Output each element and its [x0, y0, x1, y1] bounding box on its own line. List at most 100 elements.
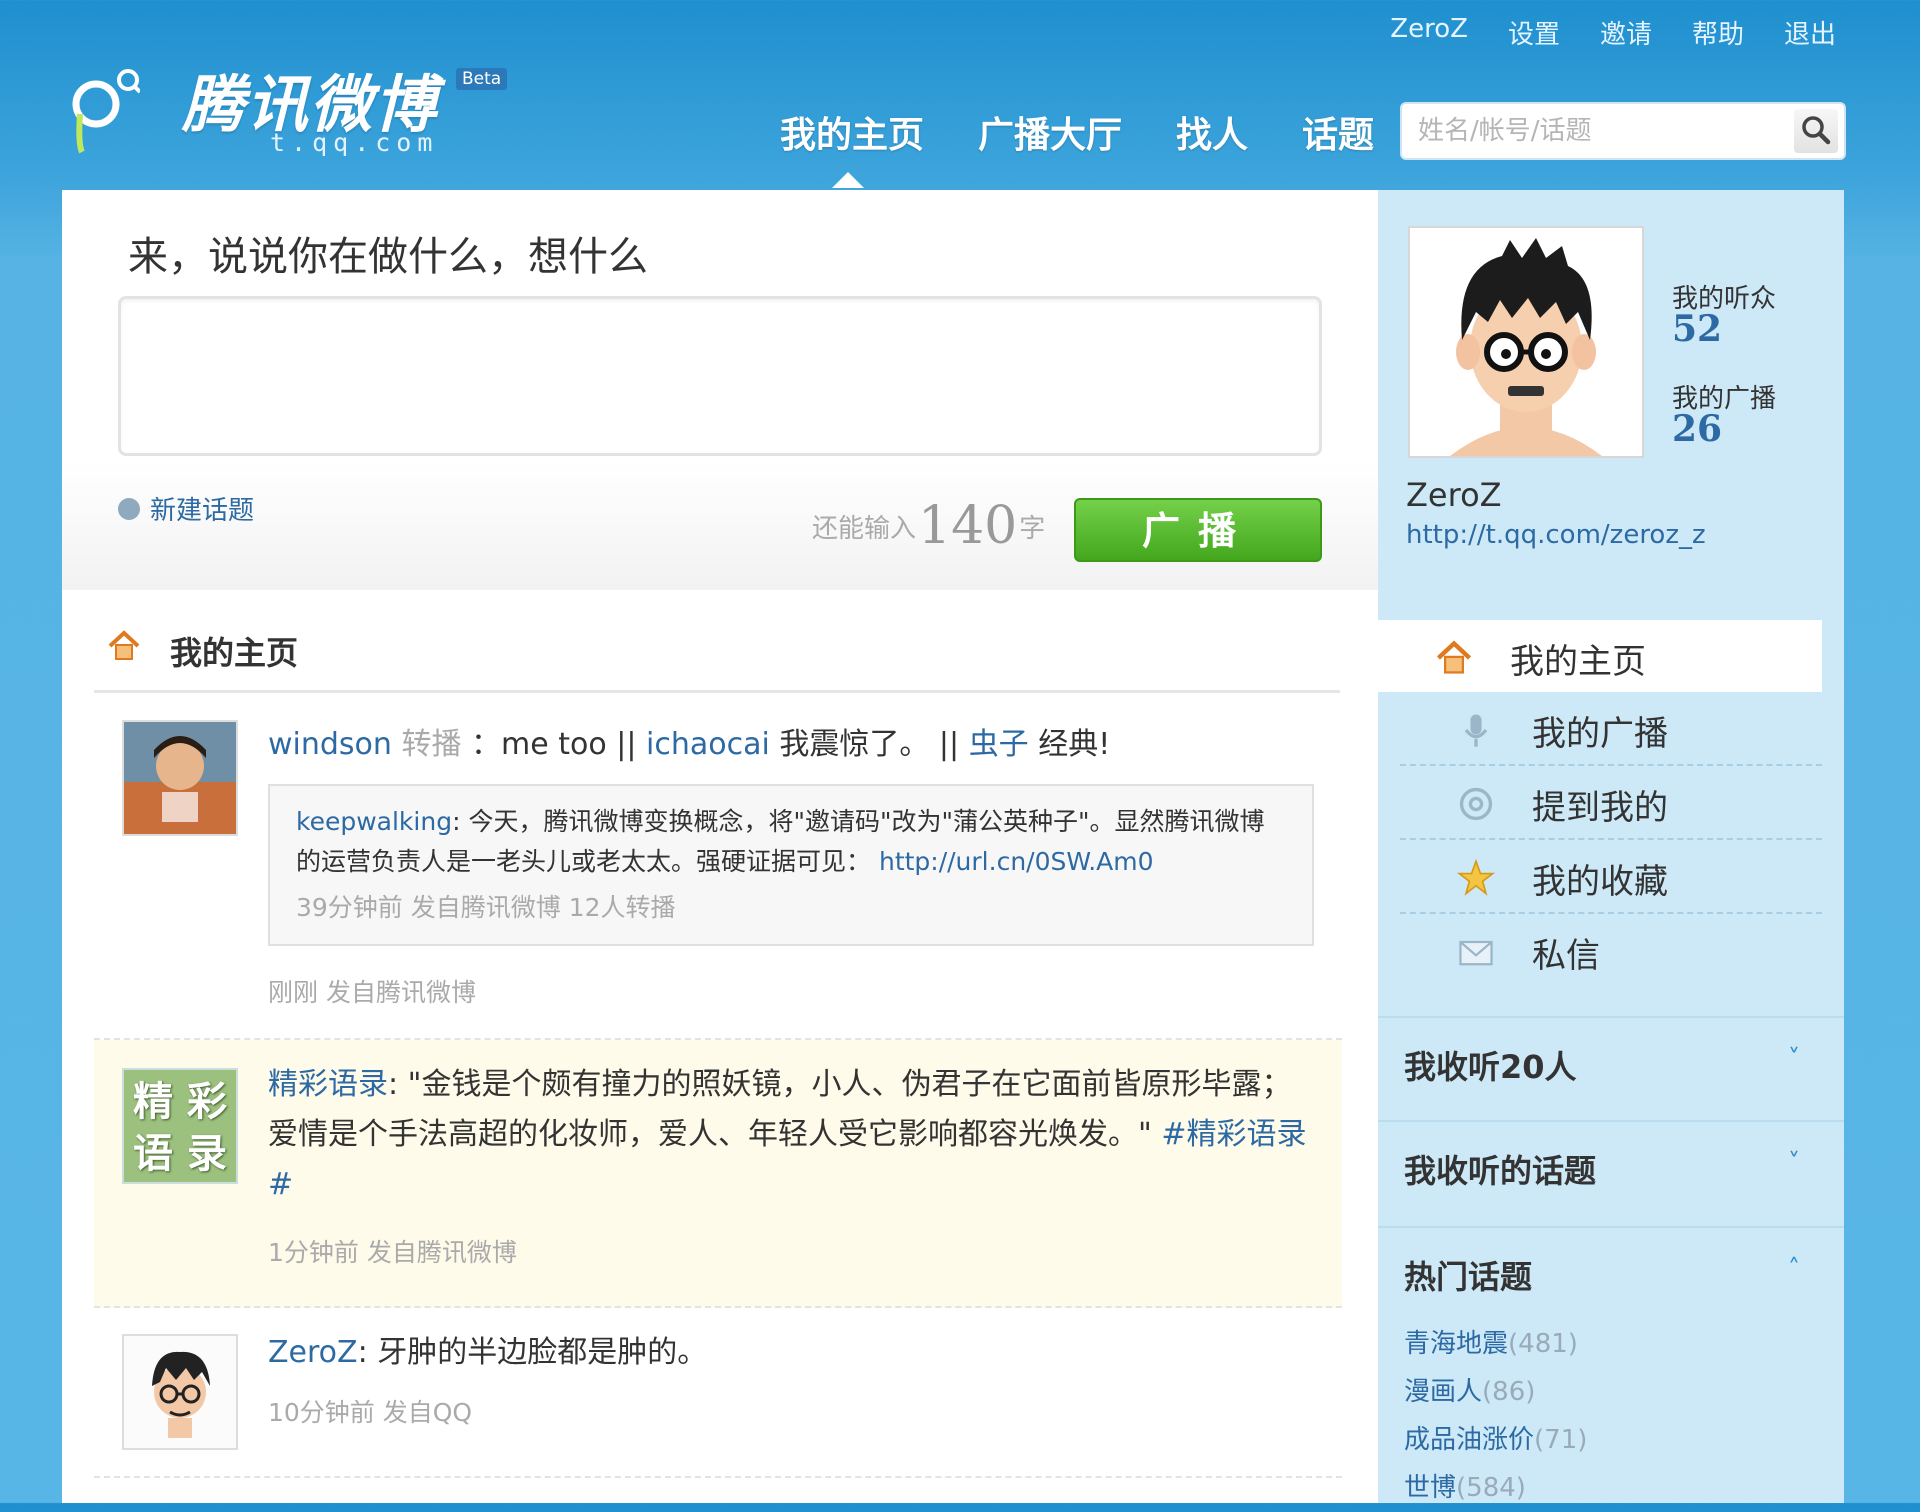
nav-my-home[interactable]: 我的主页: [780, 106, 924, 158]
post-author[interactable]: ZeroZ: [268, 1335, 358, 1370]
counter-prefix: 还能输入: [812, 514, 917, 544]
nav-broadcast-hall[interactable]: 广播大厅: [978, 106, 1122, 158]
avatar[interactable]: [122, 720, 238, 836]
profile-url[interactable]: http://t.qq.com/zeroz_z: [1406, 520, 1706, 550]
top-link-logout[interactable]: 退出: [1784, 14, 1836, 51]
followed-topics-label: 我收听的话题: [1404, 1152, 1597, 1190]
post-meta: 1分钟前 发自腾讯微博: [268, 1238, 517, 1267]
top-link-invite[interactable]: 邀请: [1600, 14, 1652, 51]
broadcasts-count[interactable]: 26: [1672, 408, 1722, 450]
hot-topic-item[interactable]: 成品油涨价(71): [1404, 1416, 1587, 1464]
section-divider: [94, 690, 1340, 693]
hot-topic-count: (584): [1456, 1473, 1526, 1503]
chevron-down-icon[interactable]: ˅: [1788, 1044, 1800, 1072]
hot-topic-count: (86): [1482, 1377, 1536, 1407]
sidebar-item-label: 提到我的: [1532, 788, 1668, 828]
followed-topics-section[interactable]: 我收听的话题 ˅: [1378, 1120, 1844, 1228]
post-text: : 牙肿的半边脸都是肿的。: [357, 1335, 708, 1370]
nav-topics[interactable]: 话题: [1302, 106, 1374, 158]
hot-topic-name: 世博: [1404, 1473, 1457, 1503]
hot-topic-count: (71): [1534, 1425, 1588, 1455]
search-input[interactable]: [1416, 104, 1790, 158]
hot-topics-section: 热门话题 ˄ 青海地震(481) 漫画人(86) 成品油涨价(71) 世博(58…: [1378, 1226, 1844, 1505]
post-mention[interactable]: 虫子: [969, 727, 1029, 762]
main-nav: 我的主页 广播大厅 找人 话题: [780, 106, 1374, 158]
profile-avatar[interactable]: [1408, 226, 1644, 458]
sidebar-item-my-home[interactable]: 我的主页: [1378, 620, 1822, 692]
hot-topic-item[interactable]: 漫画人(86): [1404, 1368, 1587, 1416]
at-icon: [1459, 787, 1493, 821]
hot-topic-item[interactable]: 世博(584): [1404, 1464, 1587, 1512]
hot-topic-name: 漫画人: [1404, 1377, 1483, 1407]
post-mention[interactable]: ichaocai: [646, 727, 770, 762]
feed-item: windson 转播 ：me too || ichaocai 我震惊了。 || …: [94, 700, 1342, 1040]
top-link-settings[interactable]: 设置: [1508, 14, 1560, 51]
home-icon: [108, 630, 140, 660]
chevron-down-icon[interactable]: ˅: [1788, 1148, 1800, 1176]
hot-topic-name: 青海地震: [1404, 1329, 1509, 1359]
new-topic-link[interactable]: 新建话题: [118, 490, 254, 527]
hot-topic-count: (481): [1508, 1329, 1578, 1359]
profile-name[interactable]: ZeroZ: [1406, 476, 1502, 514]
sidebar-item-my-broadcasts[interactable]: 我的广播: [1400, 692, 1822, 766]
sidebar: 我的听众 52 我的广播 26 ZeroZ http://t.qq.com/ze…: [1378, 190, 1844, 1503]
profile-cartoon: [1410, 228, 1642, 458]
post-content: windson 转播 ：me too || ichaocai 我震惊了。 || …: [268, 700, 1342, 1034]
logo-url: t.qq.com: [270, 128, 439, 157]
hot-topic-name: 成品油涨价: [1404, 1425, 1535, 1455]
quoted-post: keepwalking: 今天，腾讯微博变换概念，将"邀请码"改为"蒲公英种子"…: [268, 784, 1314, 946]
sidebar-item-label: 我的广播: [1532, 714, 1668, 754]
post-text: : "金钱是个颇有撞力的照妖镜，小人、伪君子在它面前皆原形毕露；爱情是个手法高超…: [268, 1067, 1292, 1152]
logo[interactable]: 腾讯微博 Beta t.qq.com: [64, 54, 524, 164]
microphone-icon: [1464, 714, 1488, 747]
post-author[interactable]: 精彩语录: [268, 1067, 388, 1102]
sidebar-item-label: 我的主页: [1510, 642, 1646, 682]
nav-find-people[interactable]: 找人: [1176, 106, 1248, 158]
composer: 来，说说你在做什么，想什么 新建话题 还能输入140字 广播: [62, 190, 1378, 590]
quoted-link[interactable]: http://url.cn/0SW.Am0: [879, 847, 1154, 876]
search-icon: [1802, 116, 1831, 145]
section-header: 我的主页: [62, 590, 1378, 693]
search-button[interactable]: [1794, 109, 1838, 153]
sidebar-item-favorites[interactable]: 我的收藏: [1400, 840, 1822, 914]
chevron-up-icon[interactable]: ˄: [1788, 1254, 1800, 1282]
side-nav: 我的主页 我的广播 提到我的 我的收藏 私信: [1378, 620, 1844, 986]
listeners-count[interactable]: 52: [1672, 308, 1722, 350]
feed-item: 精 彩 语 录 精彩语录: "金钱是个颇有撞力的照妖镜，小人、伪君子在它面前皆原…: [94, 1040, 1342, 1308]
avatar-text: 精 彩 语 录: [124, 1070, 236, 1180]
post-textarea[interactable]: [118, 296, 1322, 456]
sidebar-item-mentions[interactable]: 提到我的: [1400, 766, 1822, 840]
post-text: 经典!: [1038, 727, 1111, 762]
avatar-cartoon: [124, 1336, 236, 1448]
avatar[interactable]: 精 彩 语 录: [122, 1068, 238, 1184]
top-link-help[interactable]: 帮助: [1692, 14, 1744, 51]
hot-topics-label: 热门话题: [1404, 1258, 1533, 1296]
hot-topic-item[interactable]: 青海地震(481): [1404, 1320, 1587, 1368]
avatar-text-line: 精 彩: [133, 1079, 227, 1125]
feed-item: ZeroZ: 牙肿的半边脸都是肿的。 10分钟前 发自QQ: [94, 1308, 1342, 1478]
logo-mark-icon: [72, 69, 140, 154]
post-text: ：me too ||: [471, 727, 637, 762]
post-action: 转播: [401, 727, 462, 762]
post-text: 我震惊了。 ||: [779, 727, 960, 762]
following-label: 我收听20人: [1404, 1048, 1577, 1086]
following-section[interactable]: 我收听20人 ˅: [1378, 1016, 1844, 1122]
sidebar-item-messages[interactable]: 私信: [1400, 914, 1822, 986]
beta-badge: Beta: [456, 68, 508, 90]
quoted-author[interactable]: keepwalking: [296, 807, 452, 836]
broadcast-button[interactable]: 广播: [1074, 498, 1322, 562]
counter-suffix: 字: [1019, 514, 1046, 544]
avatar-text-line: 语 录: [133, 1131, 227, 1177]
sidebar-item-label: 我的收藏: [1532, 862, 1668, 902]
quoted-meta: 39分钟前 发自腾讯微博 12人转播: [296, 893, 676, 922]
post-author[interactable]: windson: [268, 727, 392, 762]
top-link-user[interactable]: ZeroZ: [1390, 14, 1468, 51]
top-links: ZeroZ 设置 邀请 帮助 退出: [1390, 14, 1836, 51]
char-counter: 还能输入140字: [812, 496, 1045, 556]
home-icon: [1436, 640, 1472, 674]
composer-prompt: 来，说说你在做什么，想什么: [128, 234, 648, 280]
avatar-photo: [124, 722, 236, 834]
avatar[interactable]: [122, 1334, 238, 1450]
topic-icon: [118, 497, 140, 520]
active-nav-caret: [832, 172, 864, 188]
